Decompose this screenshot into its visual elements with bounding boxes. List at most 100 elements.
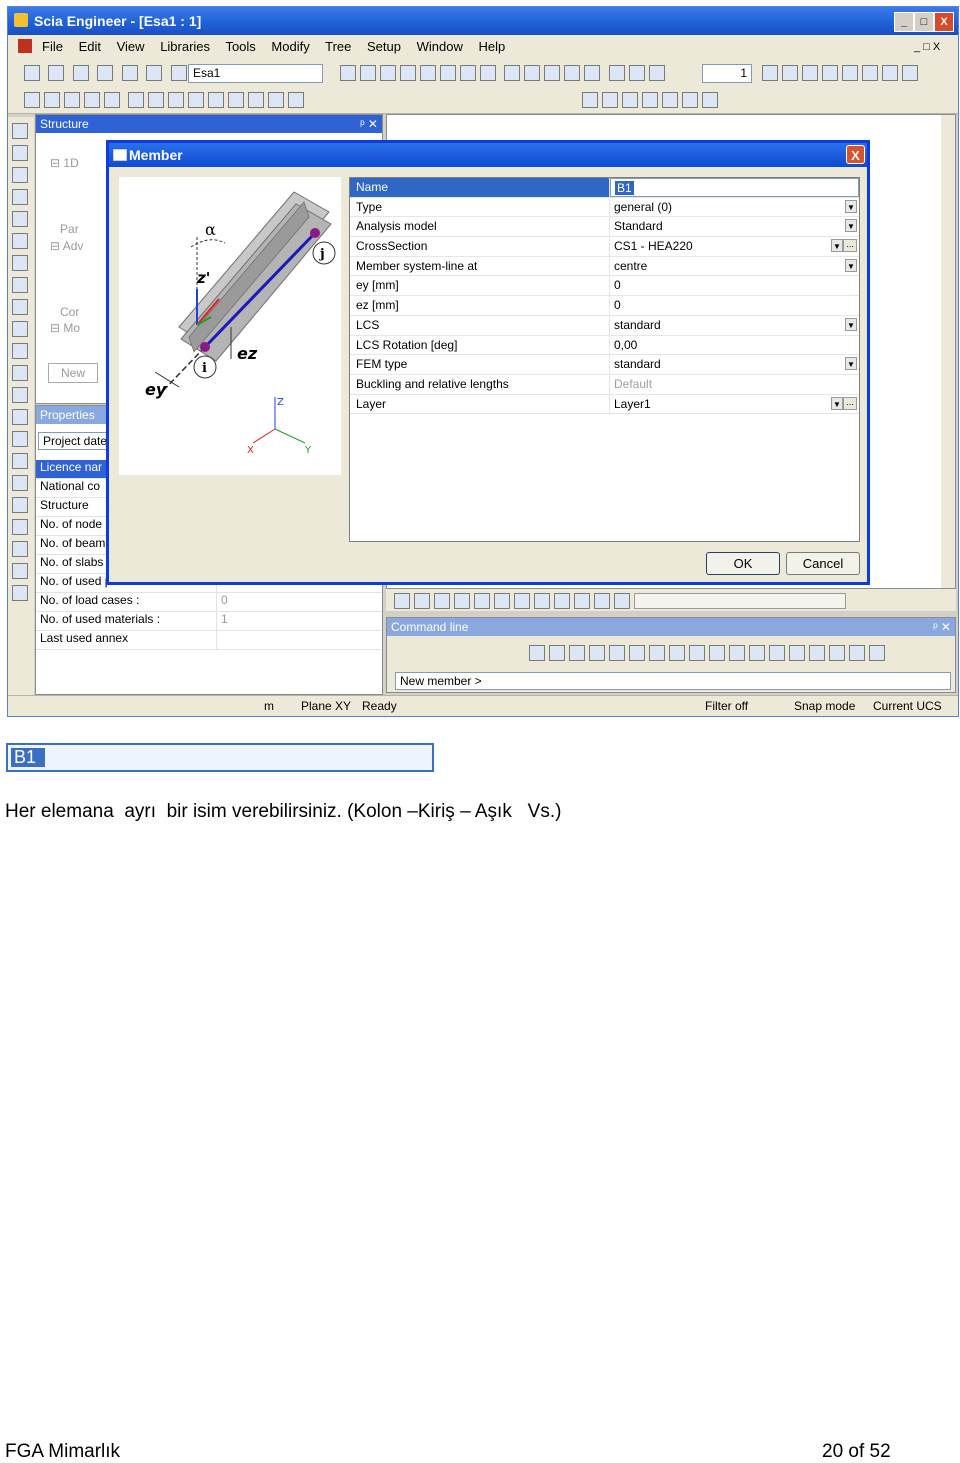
tool-icon[interactable] bbox=[569, 644, 585, 661]
zoom-icon[interactable] bbox=[208, 91, 225, 108]
zoom-icon[interactable] bbox=[128, 91, 145, 108]
panel-pin-close-icon[interactable]: ᵖ ✕ bbox=[933, 620, 951, 634]
zoom-icon[interactable] bbox=[188, 91, 205, 108]
tool-icon[interactable] bbox=[420, 64, 436, 81]
dropdown-arrow-icon[interactable]: ▼ bbox=[845, 317, 857, 331]
tool-icon[interactable] bbox=[228, 91, 245, 108]
tool-icon[interactable] bbox=[709, 644, 725, 661]
open-file-icon[interactable] bbox=[48, 64, 65, 81]
help-icon[interactable] bbox=[170, 64, 187, 81]
dropdown-arrow-icon[interactable]: ▼ bbox=[831, 239, 843, 253]
tool-icon[interactable] bbox=[609, 644, 625, 661]
tool-icon[interactable] bbox=[514, 592, 530, 609]
tool-icon[interactable] bbox=[629, 644, 645, 661]
prop-row-ey[interactable]: ey [mm] 0 bbox=[350, 276, 859, 297]
tool-icon[interactable] bbox=[602, 91, 618, 108]
prop-row-analysis-model[interactable]: Analysis model Standard ▼ bbox=[350, 217, 859, 238]
print-icon[interactable] bbox=[504, 64, 521, 81]
tool-icon[interactable] bbox=[584, 64, 601, 81]
vertical-scrollbar[interactable] bbox=[941, 115, 955, 588]
tool-icon[interactable] bbox=[769, 644, 785, 661]
tool-icon[interactable] bbox=[882, 64, 898, 81]
tool-icon[interactable] bbox=[614, 592, 630, 609]
tool-icon[interactable] bbox=[12, 365, 28, 381]
tool-icon[interactable] bbox=[480, 64, 496, 81]
undo-icon[interactable] bbox=[97, 64, 114, 81]
tool-icon[interactable] bbox=[809, 644, 825, 661]
tool-icon[interactable] bbox=[849, 644, 865, 661]
tool-icon[interactable] bbox=[529, 644, 545, 661]
menu-tools[interactable]: Tools bbox=[225, 39, 255, 54]
tool-icon[interactable] bbox=[749, 644, 765, 661]
tool-icon[interactable] bbox=[822, 64, 838, 81]
tool-icon[interactable] bbox=[594, 592, 610, 609]
panel-pin-close-icon[interactable]: ᵖ ✕ bbox=[360, 117, 378, 131]
tool-icon[interactable] bbox=[248, 91, 265, 108]
tool-icon[interactable] bbox=[662, 91, 678, 108]
close-button[interactable]: X bbox=[934, 12, 954, 32]
prop-row-system-line[interactable]: Member system-line at centre ▼ bbox=[350, 256, 859, 277]
status-ucs[interactable]: Current UCS bbox=[873, 699, 942, 713]
horizontal-scrollbar[interactable] bbox=[634, 593, 846, 609]
tool-icon[interactable] bbox=[628, 64, 645, 81]
tool-icon[interactable] bbox=[608, 64, 625, 81]
tool-icon[interactable] bbox=[340, 64, 356, 81]
project-combo[interactable]: Esa1 bbox=[188, 64, 323, 83]
tool-icon[interactable] bbox=[729, 644, 745, 661]
dropdown-arrow-icon[interactable]: ▼ bbox=[845, 258, 857, 272]
menu-libraries[interactable]: Libraries bbox=[160, 39, 210, 54]
prop-row-name[interactable]: Name B1 bbox=[350, 178, 859, 198]
tool-icon[interactable] bbox=[802, 64, 818, 81]
new-button[interactable]: New bbox=[48, 363, 98, 383]
tool-icon[interactable] bbox=[669, 644, 685, 661]
tree-item[interactable]: ⊟ 1D bbox=[50, 155, 83, 172]
tool-icon[interactable] bbox=[544, 64, 561, 81]
tool-icon[interactable] bbox=[12, 255, 28, 271]
tool-icon[interactable] bbox=[762, 64, 778, 81]
tool-icon[interactable] bbox=[12, 211, 28, 227]
tool-icon[interactable] bbox=[12, 519, 28, 535]
tool-icon[interactable] bbox=[702, 91, 718, 108]
tool-icon[interactable] bbox=[12, 497, 28, 513]
tool-icon[interactable] bbox=[12, 277, 28, 293]
dropdown-arrow-icon[interactable]: ▼ bbox=[831, 396, 843, 410]
tool-icon[interactable] bbox=[64, 91, 80, 108]
ok-button[interactable]: OK bbox=[706, 552, 780, 575]
tool-icon[interactable] bbox=[380, 64, 396, 81]
tool-icon[interactable] bbox=[12, 409, 28, 425]
tool-icon[interactable] bbox=[869, 644, 885, 661]
tree-item[interactable]: Cor bbox=[50, 304, 83, 321]
tool-icon[interactable] bbox=[574, 592, 590, 609]
browse-button[interactable]: ... bbox=[843, 396, 857, 410]
tool-icon[interactable] bbox=[12, 585, 28, 601]
tool-icon[interactable] bbox=[789, 644, 805, 661]
dropdown-arrow-icon[interactable]: ▼ bbox=[845, 219, 857, 233]
browse-button[interactable]: ... bbox=[843, 239, 857, 253]
mdi-controls[interactable]: _ □ X bbox=[914, 41, 940, 53]
properties-row[interactable]: No. of used materials :1 bbox=[36, 612, 382, 631]
prop-row-cross-section[interactable]: CrossSection CS1 - HEA220 ▼... bbox=[350, 237, 859, 257]
menu-help[interactable]: Help bbox=[478, 39, 505, 54]
tool-icon[interactable] bbox=[12, 123, 28, 139]
tool-icon[interactable] bbox=[494, 592, 510, 609]
tool-icon[interactable] bbox=[589, 644, 605, 661]
menu-view[interactable]: View bbox=[117, 39, 145, 54]
status-snap[interactable]: Snap mode bbox=[794, 699, 855, 713]
menu-window[interactable]: Window bbox=[417, 39, 463, 54]
tool-icon[interactable] bbox=[268, 91, 285, 108]
name-input[interactable]: B1 bbox=[610, 178, 859, 197]
properties-row[interactable]: Last used annex bbox=[36, 631, 382, 650]
new-file-icon[interactable] bbox=[24, 64, 40, 81]
save-icon[interactable] bbox=[72, 64, 89, 81]
tool-icon[interactable] bbox=[554, 592, 570, 609]
properties-row[interactable]: No. of load cases :0 bbox=[36, 593, 382, 612]
menu-tree[interactable]: Tree bbox=[325, 39, 351, 54]
tool-icon[interactable] bbox=[12, 299, 28, 315]
prop-row-ez[interactable]: ez [mm] 0 bbox=[350, 296, 859, 316]
tool-icon[interactable] bbox=[782, 64, 798, 81]
tool-icon[interactable] bbox=[12, 167, 28, 183]
tool-icon[interactable] bbox=[414, 592, 430, 609]
tool-icon[interactable] bbox=[862, 64, 878, 81]
tool-icon[interactable] bbox=[12, 541, 28, 557]
tool-icon[interactable] bbox=[474, 592, 490, 609]
